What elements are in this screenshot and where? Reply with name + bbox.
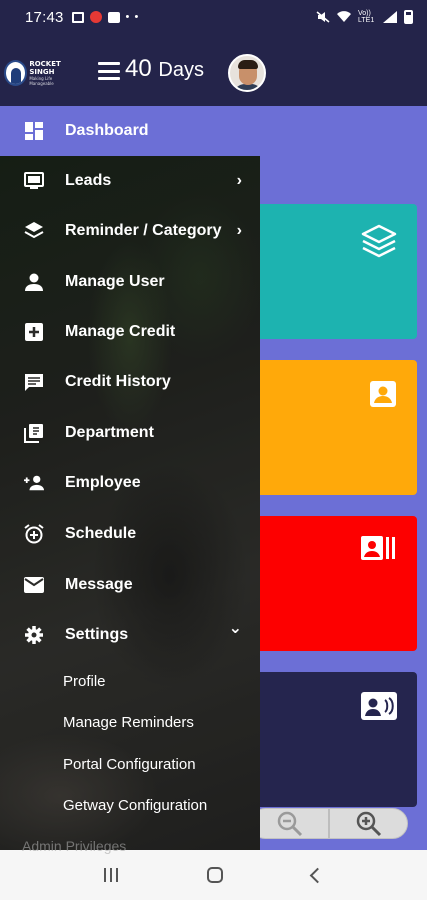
gear-icon [24,625,44,645]
zoom-in-icon [356,811,381,836]
zoom-in-button[interactable] [328,809,407,838]
sidebar-item-credit-history[interactable]: Credit History [0,357,260,407]
app-notification-icon [89,11,102,23]
sidebar-item-label: Employee [65,474,141,491]
status-bar: 17:43 • • Vo)) LTE1 [0,0,427,34]
chevron-right-icon: › [236,222,242,239]
sidebar-item-manage-user[interactable]: Manage User [0,257,260,307]
mail-icon [24,575,44,595]
signal-icon [383,11,397,23]
sidebar-item-message[interactable]: Message [0,560,260,610]
submenu-item-getway-configuration[interactable]: Getway Configuration [63,797,207,814]
sidebar-item-label: Schedule [65,525,137,542]
submenu-item-profile[interactable]: Profile [63,673,106,690]
alarm-add-icon [24,524,44,544]
logo-line1: ROCKET [29,59,61,68]
status-time: 17:43 [25,8,64,26]
days-remaining: 40 Days [125,55,204,83]
days-number: 40 [125,55,152,82]
library-icon [24,423,44,443]
sidebar-item-department[interactable]: Department [0,408,260,458]
battery-icon [404,10,413,24]
message-box-icon [24,372,44,392]
avatar[interactable] [228,54,266,92]
menu-icon[interactable] [98,62,120,80]
logo-line2: SINGH [29,67,55,76]
rocket-singh-logo: ROCKET SINGH Making Life Manageable [4,59,72,86]
sidebar-item-leads[interactable]: Leads › [0,156,260,206]
person-icon [24,272,44,292]
logo-badge-icon [4,59,28,86]
zoom-out-button[interactable] [251,809,328,838]
sidebar-item-label: Manage User [65,273,165,290]
network-type-label: Vo)) LTE1 [358,10,375,24]
sidebar-item-settings[interactable]: Settings ⌄ [0,610,260,660]
sidebar-item-reminder-category[interactable]: Reminder / Category › [0,206,260,256]
sidebar-item-label: Manage Credit [65,323,176,340]
chevron-right-icon: › [236,172,242,189]
contact-card-icon [361,692,397,720]
submenu-item-portal-configuration[interactable]: Portal Configuration [63,756,196,773]
sidebar-item-dashboard[interactable]: Dashboard [0,106,260,156]
zoom-out-icon [277,811,302,836]
monitor-icon [24,171,44,191]
zoom-control [250,808,408,839]
chat-notification-icon [107,11,120,23]
layers-icon [24,221,44,241]
contact-box-icon [370,381,396,407]
sidebar-item-label: Message [65,576,133,593]
sidebar-item-schedule[interactable]: Schedule [0,509,260,559]
sidebar-item-label: Dashboard [65,122,149,139]
mute-icon [316,11,330,23]
recent-apps-button[interactable] [104,868,119,882]
sidebar-item-employee[interactable]: Employee [0,458,260,508]
plus-box-icon [24,322,44,342]
app-header: ROCKET SINGH Making Life Manageable 40 D… [0,34,427,106]
id-card-icon [361,536,395,560]
system-nav-bar [0,850,427,900]
submenu-item-manage-reminders[interactable]: Manage Reminders [63,714,194,731]
admin-privileges-header: Admin Privileges [22,838,127,854]
sidebar-item-label: Leads [65,172,112,189]
sidebar-item-label: Credit History [65,373,171,390]
dashboard-icon [24,121,44,141]
layers-icon [361,224,397,258]
logo-tagline: Making Life Manageable [29,75,54,86]
gallery-notification-icon [71,11,84,23]
sidebar-item-manage-credit[interactable]: Manage Credit [0,307,260,357]
sidebar-item-label: Department [65,424,154,441]
person-add-icon [24,473,44,493]
sidebar-item-label: Reminder / Category [65,222,222,239]
days-unit: Days [158,59,204,81]
home-button[interactable] [206,867,223,883]
sidebar-item-label: Settings [65,626,129,643]
chevron-down-icon: ⌄ [228,620,242,637]
more-notifications-icon: • • [125,11,140,23]
back-button[interactable] [309,867,325,883]
wifi-icon [337,11,351,22]
